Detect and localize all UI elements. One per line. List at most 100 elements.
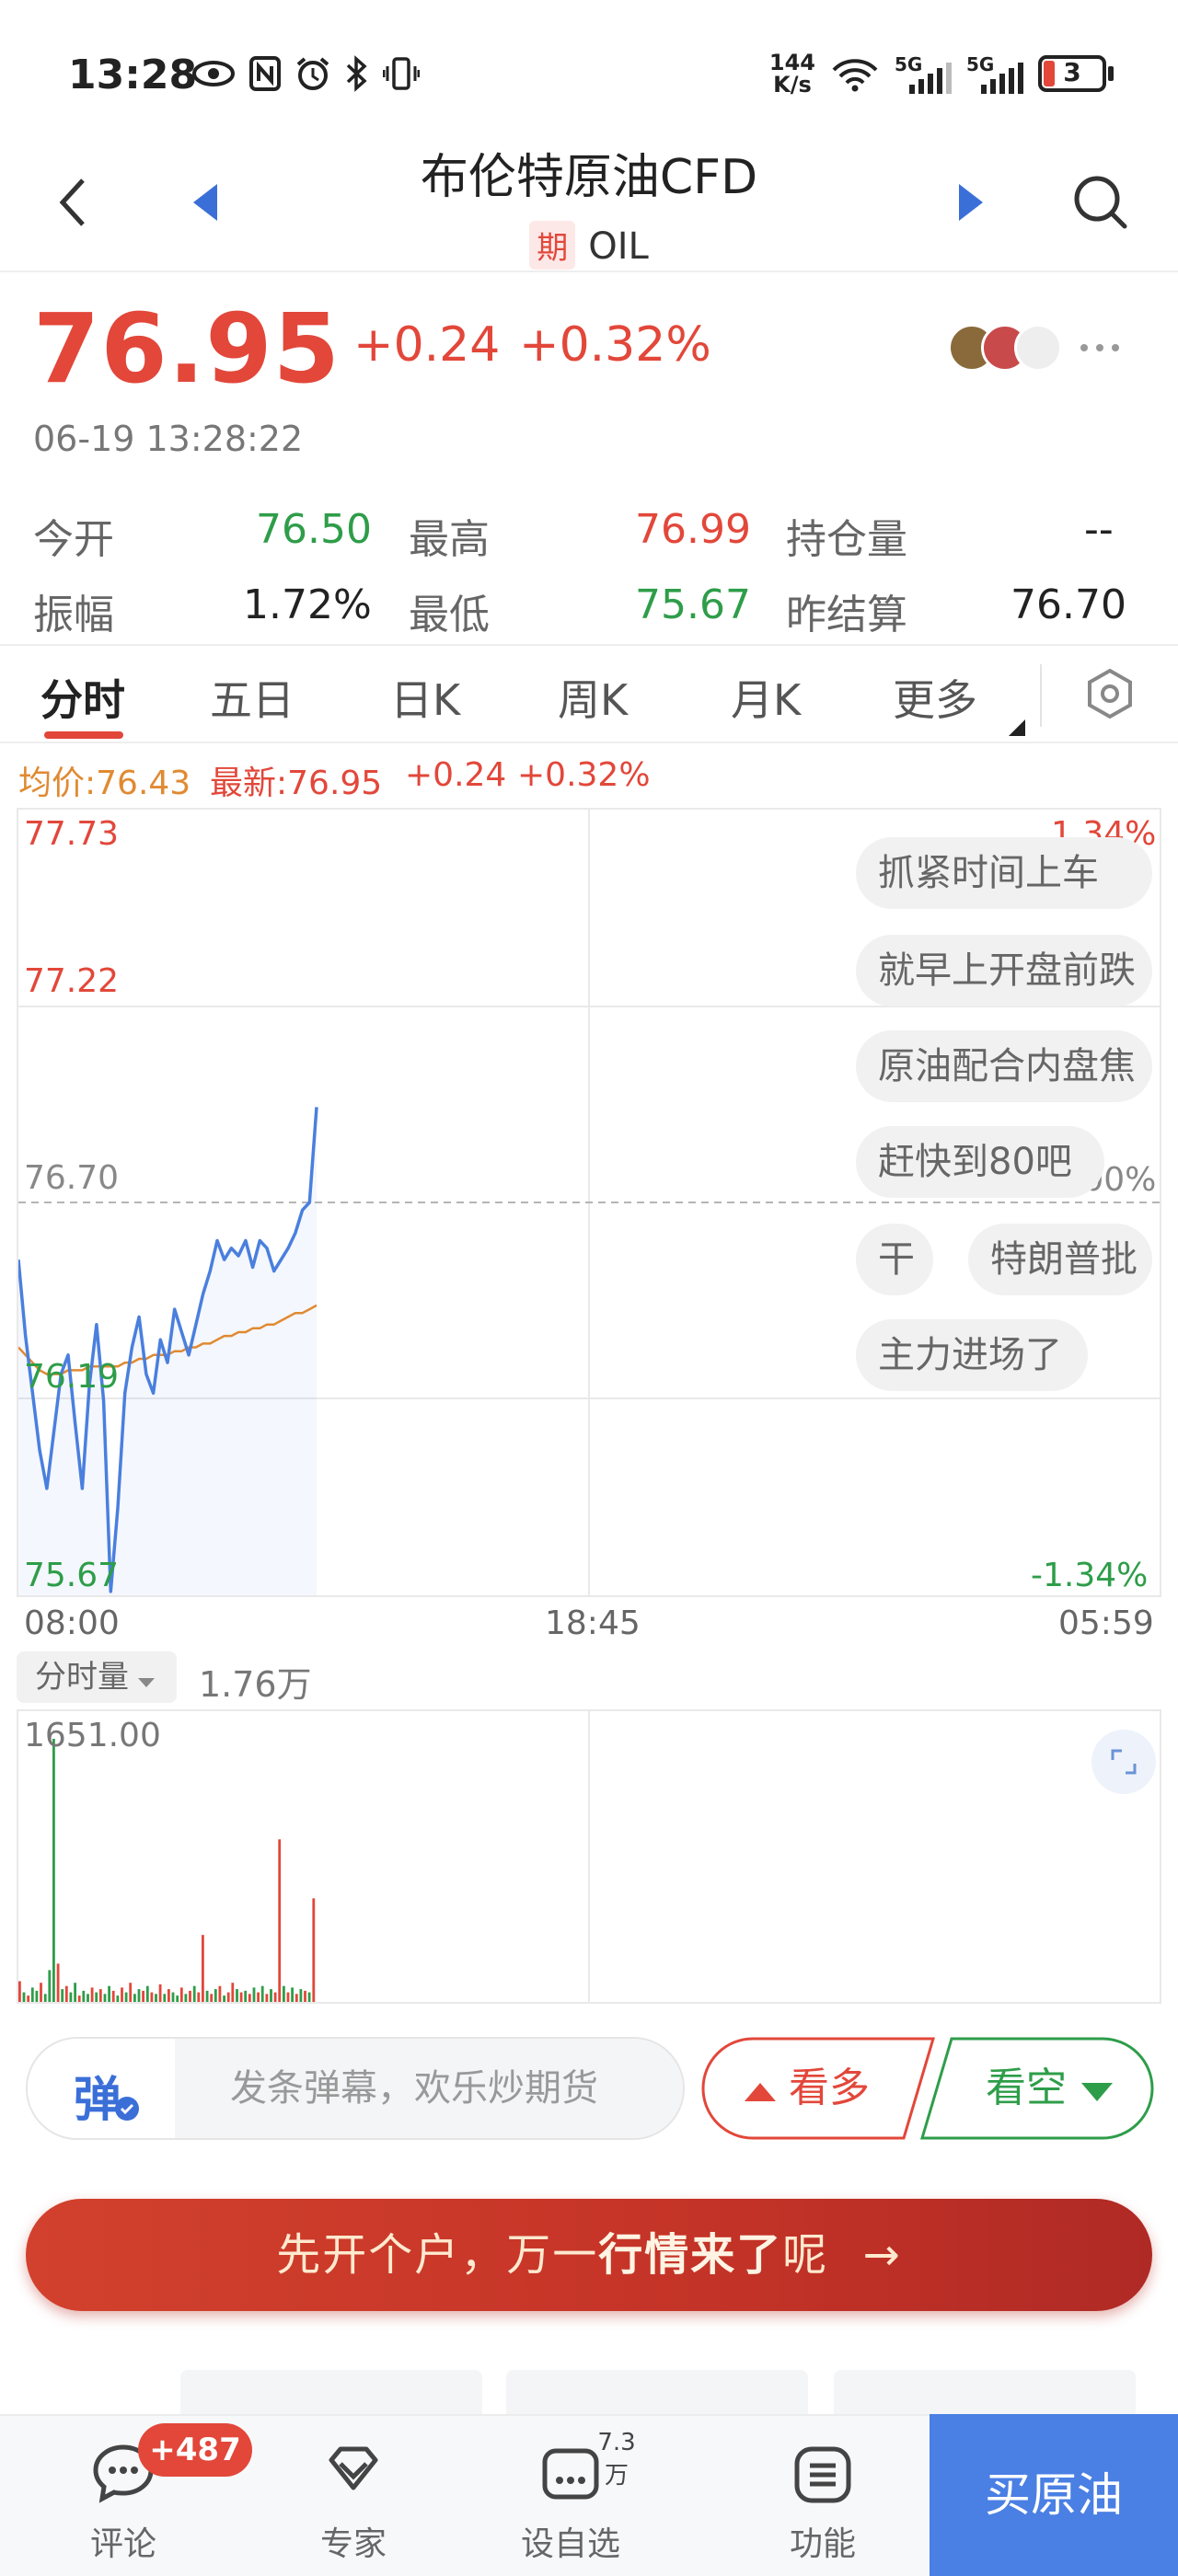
danmaku-input-bar[interactable]: 弹 发条弹幕，欢乐炒期货: [26, 2037, 685, 2140]
danmaku-bubble[interactable]: 赶快到80吧: [856, 1126, 1104, 1198]
volume-bar: [197, 1992, 201, 2002]
last-price: 76.95: [33, 293, 341, 405]
eye-icon: [192, 61, 235, 86]
volume-bar: [103, 1994, 107, 2002]
volume-bar: [18, 1981, 21, 2002]
nav-features[interactable]: 功能: [749, 2416, 896, 2576]
volume-type-selector[interactable]: 分时量: [17, 1651, 177, 1703]
legend-change-pct: +0.32%: [517, 756, 651, 794]
status-time: 13:28: [68, 52, 198, 98]
next-instrument-icon[interactable]: [957, 184, 985, 221]
open-interest-value: --: [1084, 506, 1114, 553]
volume-bar: [226, 1992, 230, 2002]
low-label: 最低: [409, 592, 490, 638]
volume-bar: [248, 1994, 251, 2002]
volume-bar: [179, 1987, 183, 2002]
wifi-icon: [832, 59, 878, 92]
amplitude-value: 1.72%: [243, 581, 372, 628]
volume-max-label: 1651.00: [24, 1717, 161, 1754]
tab-intraday[interactable]: 分时: [40, 667, 125, 728]
volume-bar: [214, 1989, 217, 2002]
battery-level: 3: [1063, 57, 1081, 87]
volume-bar: [142, 1990, 144, 2002]
volume-bar: [270, 1989, 272, 2002]
danmaku-input[interactable]: 发条弹幕，欢乐炒期货: [175, 2039, 683, 2138]
volume-bar: [278, 1839, 282, 2002]
volume-bar: [163, 1994, 167, 2002]
price-chart-plot: [18, 810, 1160, 1595]
avatar: [1014, 324, 1062, 372]
signal-2: 5G: [966, 53, 1023, 94]
danmaku-bubble[interactable]: 特朗普批: [968, 1224, 1152, 1295]
buy-oil-button[interactable]: 买原油: [930, 2414, 1178, 2576]
status-icons: [191, 55, 420, 92]
expand-icon: [1111, 1749, 1137, 1775]
watch-count: 7.3万: [597, 2429, 636, 2490]
nav-add-watchlist[interactable]: 设自选 7.3万: [497, 2416, 644, 2576]
search-icon[interactable]: [1071, 173, 1130, 232]
volume-bar: [291, 1987, 294, 2002]
arrow-right-icon: →: [862, 2229, 902, 2281]
expand-chart-button[interactable]: [1091, 1730, 1156, 1794]
danmaku-bubble[interactable]: 干: [856, 1224, 933, 1295]
danmaku-bubble[interactable]: 就早上开盘前跌: [856, 935, 1152, 1006]
status-right: 144 K/s 5G 5G 3: [769, 52, 1114, 96]
danmaku-bubble[interactable]: 原油配合内盘焦: [856, 1030, 1152, 1102]
tab-five-day[interactable]: 五日: [210, 667, 294, 728]
volume-bar: [61, 1989, 64, 2002]
volume-bar: [30, 1987, 34, 2002]
danmaku-toggle[interactable]: 弹: [28, 2039, 175, 2138]
tab-more[interactable]: 更多: [893, 667, 977, 728]
volume-bar: [64, 1985, 68, 2002]
tab-weekly-k[interactable]: 周K: [558, 667, 628, 728]
tabs-bottom-divider: [0, 742, 1178, 743]
vibrate-icon: [383, 57, 420, 90]
amplitude-label: 振幅: [33, 592, 114, 638]
bearish-button[interactable]: 看空: [944, 2037, 1154, 2140]
volume-bar: [124, 1992, 128, 2002]
volume-bar: [223, 1995, 225, 2002]
volume-bar: [176, 1995, 179, 2002]
y-tick-4: 76.19: [24, 1358, 120, 1396]
volume-bar: [192, 1985, 196, 2002]
open-label: 今开: [33, 516, 114, 563]
y-tick-mid: 76.70: [24, 1159, 120, 1197]
volume-bar: [299, 1989, 303, 2002]
danmaku-bubble[interactable]: 抓紧时间上车: [856, 837, 1152, 909]
menu-icon: [794, 2446, 851, 2503]
tab-monthly-k[interactable]: 月K: [731, 667, 801, 728]
latest-price-legend: 最新:76.95: [210, 765, 383, 802]
volume-bar: [167, 1989, 170, 2002]
more-icon[interactable]: [1079, 340, 1121, 355]
volume-bar: [74, 1983, 76, 2002]
settings-icon[interactable]: [1084, 668, 1136, 719]
bullish-button[interactable]: 看多: [701, 2037, 913, 2140]
header-divider: [0, 270, 1178, 272]
volume-bar: [121, 1987, 123, 2002]
volume-bar: [171, 1992, 175, 2002]
y-tick-bottom: 75.67: [24, 1557, 120, 1594]
quote-time: 06-19 13:28:22: [33, 419, 304, 459]
volume-bar: [43, 1994, 47, 2002]
x-tick-start: 08:00: [24, 1604, 120, 1642]
volume-bar: [48, 1970, 52, 2002]
prev-settle-label: 昨结算: [786, 592, 907, 638]
volume-bar: [155, 1994, 157, 2002]
volume-bar: [137, 1989, 141, 2002]
volume-bar: [87, 1994, 89, 2002]
volume-bar: [150, 1992, 154, 2002]
tab-daily-k[interactable]: 日K: [390, 667, 460, 728]
volume-bar: [265, 1994, 269, 2002]
signal-icon: [981, 63, 1023, 94]
open-account-banner[interactable]: 先开个户，万一行情来了呢 →: [26, 2199, 1152, 2311]
diamond-icon: [329, 2446, 378, 2490]
volume-bar: [35, 1990, 39, 2002]
tab-active-indicator: [44, 731, 123, 739]
nav-expert[interactable]: 专家: [280, 2416, 427, 2576]
user-avatars[interactable]: [948, 324, 1077, 375]
volume-bar: [205, 1990, 209, 2002]
danmaku-bubble[interactable]: 主力进场了: [856, 1319, 1088, 1391]
volume-bar: [273, 1992, 277, 2002]
volume-bar: [202, 1935, 204, 2002]
volume-bar: [218, 1985, 222, 2002]
